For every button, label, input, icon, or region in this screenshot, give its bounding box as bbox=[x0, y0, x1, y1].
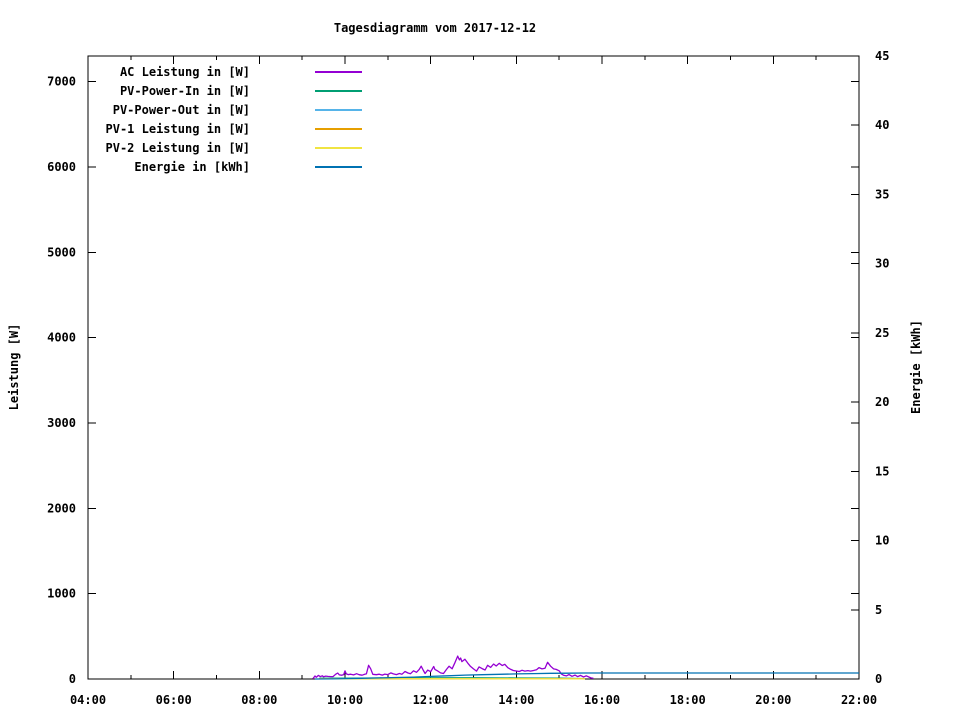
x-axis-tick-label: 16:00 bbox=[584, 693, 620, 707]
legend-color-line bbox=[315, 165, 362, 168]
legend-item: PV-1 Leistung in [W] bbox=[95, 119, 362, 138]
y2-axis-tick-label: 10 bbox=[875, 534, 889, 548]
y1-axis-tick-label: 1000 bbox=[47, 587, 76, 601]
x-axis-tick-label: 14:00 bbox=[498, 693, 534, 707]
y2-axis-tick-label: 45 bbox=[875, 49, 889, 63]
x-axis-tick-label: 08:00 bbox=[241, 693, 277, 707]
legend-item: PV-Power-Out in [W] bbox=[95, 100, 362, 119]
legend-label: Energie in [kWh] bbox=[134, 159, 250, 174]
legend-label: PV-Power-In in [W] bbox=[119, 83, 250, 98]
chart-canvas: Tagesdiagramm vom 2017-12-12 Leistung [W… bbox=[0, 0, 960, 720]
y1-axis-tick-label: 2000 bbox=[47, 501, 76, 515]
x-axis-tick-label: 04:00 bbox=[70, 693, 106, 707]
y2-axis-ticks: 0 5 10 15 20 25 30 35 40 45 bbox=[851, 49, 889, 686]
legend-color-line bbox=[315, 146, 362, 149]
legend: AC Leistung in [W] PV-Power-In in [W] PV-P… bbox=[95, 62, 362, 176]
x-axis-tick-label: 20:00 bbox=[755, 693, 791, 707]
legend-color-line bbox=[315, 108, 362, 111]
legend-item: AC Leistung in [W] bbox=[95, 62, 362, 81]
y2-axis-tick-label: 35 bbox=[875, 187, 889, 201]
y2-axis-tick-label: 15 bbox=[875, 464, 889, 478]
legend-item: PV-Power-In in [W] bbox=[95, 81, 362, 100]
legend-color-line bbox=[315, 70, 362, 73]
y2-axis-tick-label: 20 bbox=[875, 395, 889, 409]
y1-axis-tick-label: 0 bbox=[69, 672, 76, 686]
y1-axis-tick-label: 7000 bbox=[47, 75, 76, 89]
legend-item: Energie in [kWh] bbox=[95, 157, 362, 176]
legend-label: PV-Power-Out in [W] bbox=[112, 102, 250, 117]
legend-item: PV-2 Leistung in [W] bbox=[95, 138, 362, 157]
x-axis-tick-label: 22:00 bbox=[841, 693, 877, 707]
y2-axis-tick-label: 25 bbox=[875, 326, 889, 340]
legend-color-line bbox=[315, 89, 362, 92]
legend-label: PV-2 Leistung in [W] bbox=[105, 140, 251, 155]
x-axis-tick-label: 06:00 bbox=[156, 693, 192, 707]
legend-label: PV-1 Leistung in [W] bbox=[105, 121, 251, 136]
legend-color-line bbox=[315, 127, 362, 130]
y1-axis-tick-label: 3000 bbox=[47, 416, 76, 430]
x-axis-tick-label: 10:00 bbox=[327, 693, 363, 707]
y1-axis-tick-label: 6000 bbox=[47, 160, 76, 174]
y1-axis-tick-label: 4000 bbox=[47, 331, 76, 345]
y2-axis-tick-label: 5 bbox=[875, 603, 882, 617]
y2-axis-tick-label: 40 bbox=[875, 118, 889, 132]
y1-axis-tick-label: 5000 bbox=[47, 245, 76, 259]
y2-axis-tick-label: 0 bbox=[875, 672, 882, 686]
legend-label: AC Leistung in [W] bbox=[119, 64, 250, 79]
y2-axis-tick-label: 30 bbox=[875, 257, 889, 271]
x-axis-tick-label: 12:00 bbox=[413, 693, 449, 707]
x-axis-tick-label: 18:00 bbox=[670, 693, 706, 707]
